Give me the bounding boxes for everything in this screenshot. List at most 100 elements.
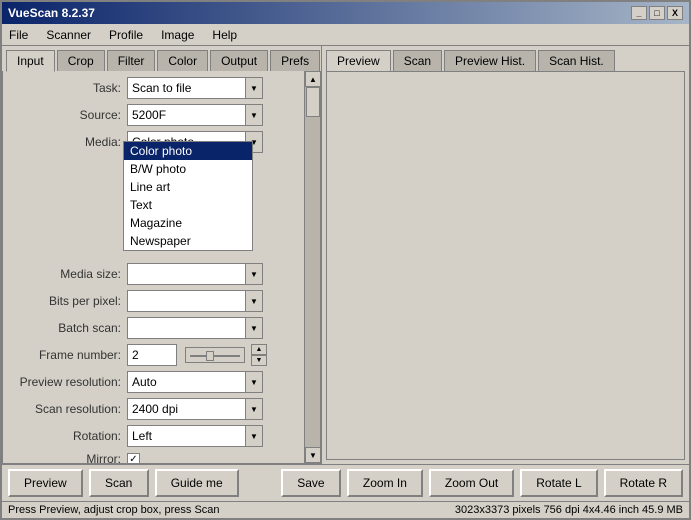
- tab-scan-hist[interactable]: Scan Hist.: [538, 50, 615, 71]
- tab-crop[interactable]: Crop: [57, 50, 105, 71]
- input-tab-content: ▲ ▼ Task: Scan to file: [2, 71, 321, 464]
- dropdown-arrow-icon: [250, 405, 258, 414]
- dropdown-arrow-icon: [250, 84, 258, 93]
- rotation-select[interactable]: Left: [127, 425, 245, 447]
- rotation-label: Rotation:: [7, 429, 127, 443]
- minimize-button[interactable]: _: [631, 6, 647, 20]
- status-bar: Press Preview, adjust crop box, press Sc…: [2, 501, 689, 518]
- close-button[interactable]: X: [667, 6, 683, 20]
- main-window: VueScan 8.2.37 _ □ X File Scanner Profil…: [0, 0, 691, 520]
- previewres-row: Preview resolution: Auto: [7, 371, 316, 393]
- bitsperpixel-dropdown-btn[interactable]: [245, 290, 263, 312]
- guide-me-button[interactable]: Guide me: [155, 469, 239, 497]
- mediasize-select[interactable]: [127, 263, 245, 285]
- menubar: File Scanner Profile Image Help: [2, 24, 689, 46]
- rotation-dropdown-btn[interactable]: [245, 425, 263, 447]
- status-left: Press Preview, adjust crop box, press Sc…: [8, 504, 220, 516]
- dropdown-arrow-icon: [250, 270, 258, 279]
- save-button[interactable]: Save: [281, 469, 341, 497]
- spin-up-button[interactable]: ▲: [251, 344, 267, 355]
- dropdown-arrow-icon: [250, 297, 258, 306]
- mirror-control: ✓: [127, 453, 316, 465]
- spin-down-button[interactable]: ▼: [251, 355, 267, 366]
- dropdown-arrow-icon: [250, 378, 258, 387]
- menu-scanner[interactable]: Scanner: [43, 27, 94, 43]
- tab-preview-hist[interactable]: Preview Hist.: [444, 50, 536, 71]
- batchscan-control: [127, 317, 316, 339]
- tab-color[interactable]: Color: [157, 50, 208, 71]
- batchscan-label: Batch scan:: [7, 321, 127, 335]
- preview-tabs: Preview Scan Preview Hist. Scan Hist.: [322, 46, 689, 71]
- batchscan-row: Batch scan:: [7, 317, 316, 339]
- bitsperpixel-row: Bits per pixel:: [7, 290, 316, 312]
- menu-profile[interactable]: Profile: [106, 27, 146, 43]
- task-row: Task: Scan to file: [7, 77, 316, 99]
- dropdown-item-line-art[interactable]: Line art: [124, 178, 252, 196]
- previewres-dropdown-btn[interactable]: [245, 371, 263, 393]
- menu-help[interactable]: Help: [209, 27, 240, 43]
- framenumber-spinners: ▲ ▼: [251, 344, 267, 366]
- tab-filter[interactable]: Filter: [107, 50, 156, 71]
- task-control: Scan to file: [127, 77, 316, 99]
- scan-button[interactable]: Scan: [89, 469, 149, 497]
- framenumber-slider[interactable]: [185, 347, 245, 363]
- scanres-label: Scan resolution:: [7, 402, 127, 416]
- slider-track: [190, 355, 240, 357]
- titlebar: VueScan 8.2.37 _ □ X: [2, 2, 689, 24]
- previewres-select[interactable]: Auto: [127, 371, 245, 393]
- tab-scan[interactable]: Scan: [393, 50, 442, 71]
- framenumber-input[interactable]: [127, 344, 177, 366]
- previewres-label: Preview resolution:: [7, 375, 127, 389]
- right-panel: Preview Scan Preview Hist. Scan Hist.: [322, 46, 689, 464]
- bottom-bar: Preview Scan Guide me Save Zoom In Zoom …: [2, 464, 689, 501]
- left-tabs: Input Crop Filter Color Output Prefs: [2, 46, 321, 71]
- batchscan-select[interactable]: [127, 317, 245, 339]
- preview-button[interactable]: Preview: [8, 469, 83, 497]
- task-dropdown-btn[interactable]: [245, 77, 263, 99]
- bitsperpixel-select[interactable]: [127, 290, 245, 312]
- dropdown-item-bw-photo[interactable]: B/W photo: [124, 160, 252, 178]
- maximize-button[interactable]: □: [649, 6, 665, 20]
- media-dropdown-list: Color photo B/W photo Line art Text Maga…: [123, 141, 253, 251]
- tab-input[interactable]: Input: [6, 50, 55, 72]
- bitsperpixel-control: [127, 290, 316, 312]
- zoom-out-button[interactable]: Zoom Out: [429, 469, 514, 497]
- scanres-dropdown-btn[interactable]: [245, 398, 263, 420]
- rotation-control: Left: [127, 425, 316, 447]
- menu-image[interactable]: Image: [158, 27, 197, 43]
- menu-file[interactable]: File: [6, 27, 31, 43]
- window-title: VueScan 8.2.37: [8, 6, 95, 20]
- media-label: Media:: [7, 135, 127, 149]
- dropdown-item-color-photo[interactable]: Color photo: [124, 142, 252, 160]
- dropdown-item-text[interactable]: Text: [124, 196, 252, 214]
- task-select[interactable]: Scan to file: [127, 77, 245, 99]
- source-dropdown-btn[interactable]: [245, 104, 263, 126]
- tab-preview[interactable]: Preview: [326, 50, 391, 72]
- framenumber-label: Frame number:: [7, 348, 127, 362]
- rotate-r-button[interactable]: Rotate R: [604, 469, 683, 497]
- tab-prefs[interactable]: Prefs: [270, 50, 320, 71]
- rotate-l-button[interactable]: Rotate L: [520, 469, 597, 497]
- dropdown-arrow-icon: [250, 111, 258, 120]
- preview-area: [326, 71, 685, 460]
- dropdown-item-newspaper[interactable]: Newspaper: [124, 232, 252, 250]
- mediasize-label: Media size:: [7, 267, 127, 281]
- source-label: Source:: [7, 108, 127, 122]
- mirror-checkbox[interactable]: ✓: [127, 453, 140, 465]
- mediasize-dropdown-btn[interactable]: [245, 263, 263, 285]
- batchscan-dropdown-btn[interactable]: [245, 317, 263, 339]
- source-select[interactable]: 5200F: [127, 104, 245, 126]
- left-panel: Input Crop Filter Color Output Prefs: [2, 46, 322, 464]
- tab-output[interactable]: Output: [210, 50, 268, 71]
- zoom-in-button[interactable]: Zoom In: [347, 469, 423, 497]
- status-right: 3023x3373 pixels 756 dpi 4x4.46 inch 45.…: [455, 504, 683, 516]
- mirror-row: Mirror: ✓: [7, 452, 316, 464]
- framenumber-row: Frame number: ▲ ▼: [7, 344, 316, 366]
- mediasize-control: [127, 263, 316, 285]
- dropdown-item-magazine[interactable]: Magazine: [124, 214, 252, 232]
- scanres-row: Scan resolution: 2400 dpi: [7, 398, 316, 420]
- task-label: Task:: [7, 81, 127, 95]
- slider-thumb: [206, 351, 214, 361]
- scanres-select[interactable]: 2400 dpi: [127, 398, 245, 420]
- dropdown-arrow-icon: [250, 432, 258, 441]
